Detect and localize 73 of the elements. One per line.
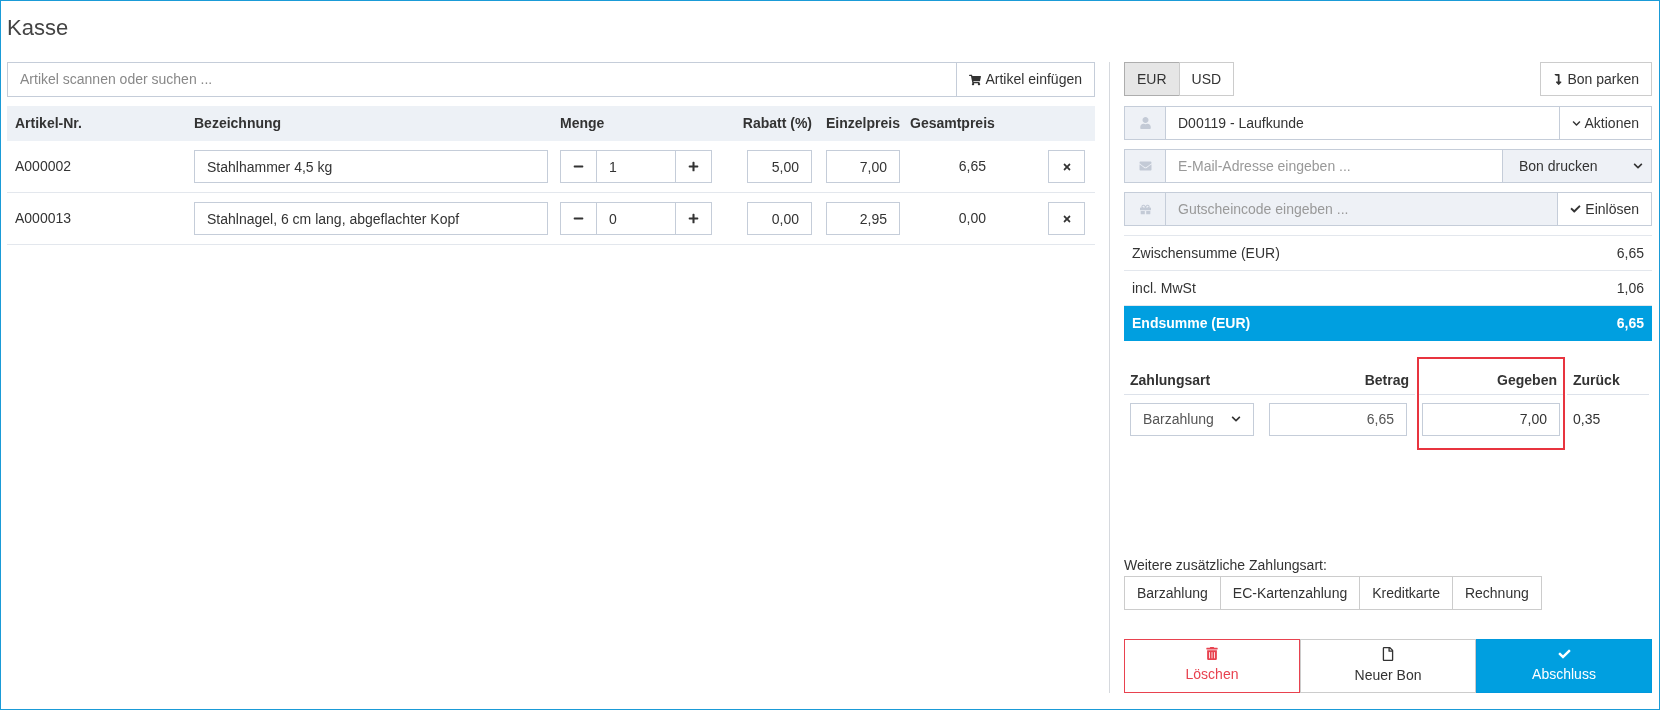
- park-receipt-button[interactable]: Bon parken: [1540, 62, 1652, 96]
- quantity-field[interactable]: 1: [597, 150, 675, 183]
- check-icon: [1557, 647, 1571, 660]
- plus-icon: [688, 213, 699, 224]
- payment-option-button[interactable]: Kreditkarte: [1359, 576, 1453, 610]
- article-number: A000002: [14, 157, 73, 176]
- payment-method-select[interactable]: Barzahlung: [1130, 402, 1254, 436]
- decrease-button[interactable]: [560, 150, 597, 183]
- print-select[interactable]: Bon drucken: [1502, 149, 1652, 183]
- description-field[interactable]: Stahlnagel, 6 cm lang, abgeflachter Kopf: [194, 202, 548, 235]
- new-button[interactable]: Neuer Bon: [1300, 639, 1476, 693]
- article-number: A000013: [14, 209, 73, 228]
- currency-tab[interactable]: USD: [1178, 62, 1235, 96]
- cart-icon: [969, 73, 982, 86]
- column-header: Rabatt (%): [742, 114, 813, 133]
- chevron-icon: [1231, 414, 1241, 424]
- currency-tab[interactable]: EUR: [1124, 62, 1180, 96]
- envelope-icon: [1138, 160, 1152, 172]
- close-icon: [1061, 161, 1072, 172]
- column-header: Gesamtpreis: [909, 114, 996, 133]
- total-label: incl. MwSt: [1132, 278, 1196, 298]
- voucher-field[interactable]: Gutscheincode eingeben ...: [1166, 192, 1558, 226]
- increase-button[interactable]: [675, 150, 712, 183]
- total-value: 6,65: [1616, 314, 1644, 333]
- increase-button[interactable]: [675, 202, 712, 235]
- total-price: 6,65: [958, 157, 987, 176]
- user-icon: [1139, 117, 1151, 129]
- additional-payment-label: Weitere zusätzliche Zahlungsart:: [1124, 556, 1328, 575]
- decrease-button[interactable]: [560, 202, 597, 235]
- column-header: Artikel-Nr.: [14, 114, 83, 133]
- page-title: Kasse: [7, 14, 69, 42]
- unit-price-field[interactable]: 7,00: [826, 150, 900, 183]
- remove-button[interactable]: [1048, 150, 1085, 183]
- payment-column-header: Zurück: [1573, 371, 1620, 390]
- unit-price-field[interactable]: 2,95: [826, 202, 900, 235]
- payment-option-button[interactable]: EC-Kartenzahlung: [1219, 576, 1361, 610]
- total-label: Zwischensumme (EUR): [1132, 243, 1280, 263]
- total-value: 6,65: [1616, 243, 1644, 263]
- document-icon: [1382, 646, 1394, 661]
- arrow-down-icon: [1553, 73, 1564, 85]
- delete-button[interactable]: Löschen: [1124, 639, 1300, 693]
- redeem-button[interactable]: Einlösen: [1557, 192, 1652, 226]
- plus-icon: [688, 161, 699, 172]
- total-label: Endsumme (EUR): [1132, 314, 1251, 333]
- column-header: Menge: [560, 114, 606, 133]
- payment-option-button[interactable]: Rechnung: [1451, 576, 1542, 610]
- given-field[interactable]: 7,00: [1422, 402, 1560, 436]
- discount-field[interactable]: 0,00: [747, 202, 812, 235]
- email-field[interactable]: E-Mail-Adresse eingeben ...: [1166, 149, 1502, 183]
- total-value: 1,06: [1616, 278, 1644, 298]
- description-field[interactable]: Stahlhammer 4,5 kg: [194, 150, 548, 183]
- quantity-field[interactable]: 0: [597, 202, 675, 235]
- close-icon: [1061, 213, 1072, 224]
- check-icon: [1570, 204, 1582, 214]
- add-article-button[interactable]: Artikel einfügen: [957, 62, 1095, 97]
- search-field[interactable]: Artikel scannen oder suchen ...: [7, 62, 958, 97]
- amount-field[interactable]: 6,65: [1269, 402, 1407, 436]
- chevron-icon: [1571, 118, 1581, 128]
- gift-icon: [1139, 203, 1151, 215]
- discount-field[interactable]: 5,00: [747, 150, 812, 183]
- column-header: Bezeichnung: [194, 114, 283, 133]
- customer-field[interactable]: D00119 - Laufkunde: [1166, 106, 1559, 140]
- total-price: 0,00: [958, 209, 987, 228]
- payment-column-header: Gegeben: [1497, 371, 1557, 390]
- payment-option-button[interactable]: Barzahlung: [1124, 576, 1221, 610]
- payment-column-header: Zahlungsart: [1130, 371, 1211, 390]
- actions-button[interactable]: Aktionen: [1558, 106, 1652, 140]
- column-header: Einzelpreis: [825, 114, 901, 133]
- payment-column-header: Betrag: [1364, 371, 1409, 390]
- change-value: 0,35: [1573, 409, 1601, 429]
- chevron-icon: [1633, 161, 1643, 171]
- remove-button[interactable]: [1048, 202, 1085, 235]
- trash-icon: [1206, 647, 1218, 660]
